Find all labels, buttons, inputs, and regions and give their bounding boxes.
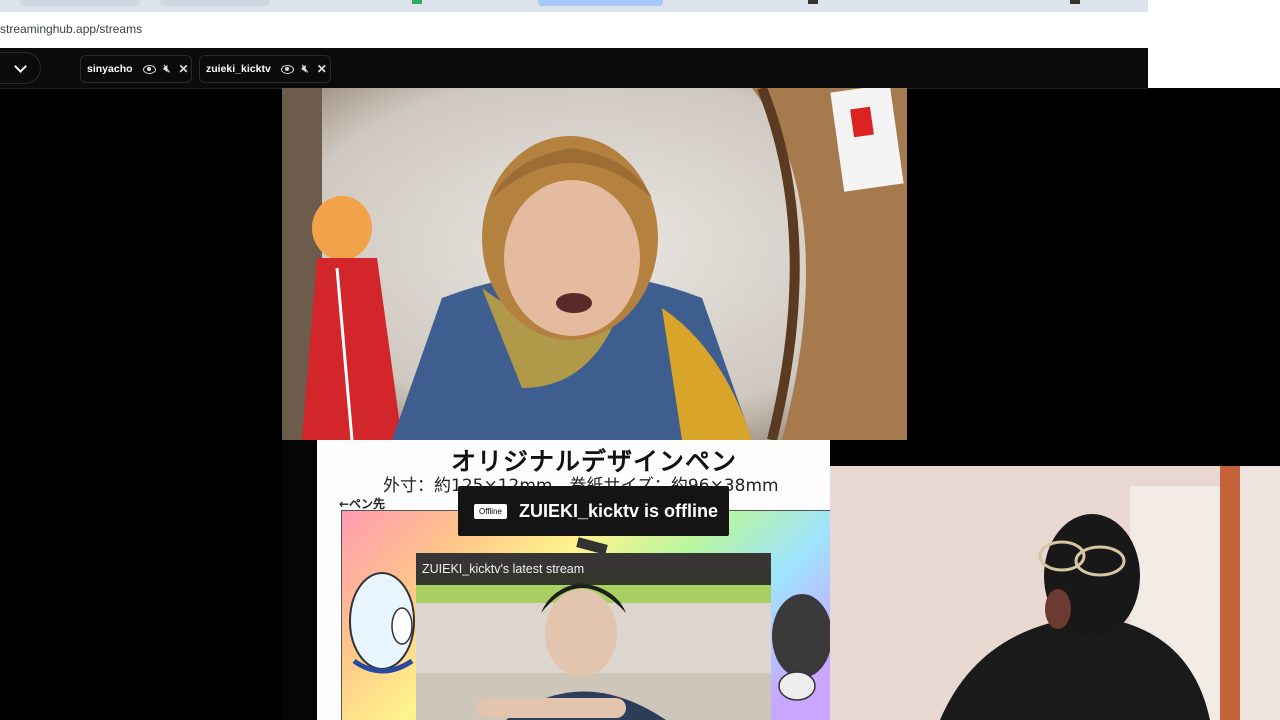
stream-chip-zuieki-kicktv[interactable]: zuieki_kicktv 🔇︎ ✕ (199, 55, 331, 83)
stream-toolbar: sinyacho 🔇︎ ✕ zuieki_kicktv 🔇︎ ✕ (0, 48, 1148, 89)
muted-speaker-icon[interactable]: 🔇︎ (164, 62, 171, 76)
close-icon[interactable]: ✕ (317, 62, 327, 76)
tab-favicon (808, 0, 818, 4)
eye-icon[interactable] (142, 62, 156, 76)
close-icon[interactable]: ✕ (178, 62, 188, 76)
offline-message: ZUIEKI_kicktv is offline (518, 500, 719, 521)
tab-favicon (412, 0, 422, 4)
facecam-video-frame (830, 466, 1280, 720)
layout-dropdown-button[interactable] (0, 52, 41, 84)
address-bar[interactable]: streaminghub.app/streams (0, 12, 1148, 49)
stream-chip-name: zuieki_kicktv (206, 63, 271, 75)
stream-chip-name: sinyacho (87, 63, 133, 75)
latest-stream-card[interactable]: ZUIEKI_kicktv's latest stream (416, 553, 771, 720)
window-control-icon[interactable] (1070, 0, 1080, 4)
address-bar-url[interactable]: streaminghub.app/streams (0, 22, 142, 36)
stream-video-frame (282, 88, 907, 440)
muted-speaker-icon[interactable]: 🔇︎ (302, 62, 309, 76)
browser-tab-active[interactable] (538, 0, 663, 6)
offline-toast: Offline ZUIEKI_kicktv is offline (458, 486, 729, 536)
window-background (1148, 0, 1280, 88)
stream-chip-sinyacho[interactable]: sinyacho 🔇︎ ✕ (80, 55, 192, 83)
offline-badge: Offline (474, 503, 507, 519)
browser-tab[interactable] (20, 0, 140, 6)
eye-icon[interactable] (280, 62, 294, 76)
chevron-down-icon (13, 59, 27, 73)
stream-player-main[interactable] (282, 88, 907, 440)
browser-tab-strip (0, 0, 1148, 12)
latest-stream-title: ZUIEKI_kicktv's latest stream (416, 553, 771, 585)
stream-player-facecam[interactable] (830, 466, 1280, 720)
browser-tab[interactable] (160, 0, 270, 6)
